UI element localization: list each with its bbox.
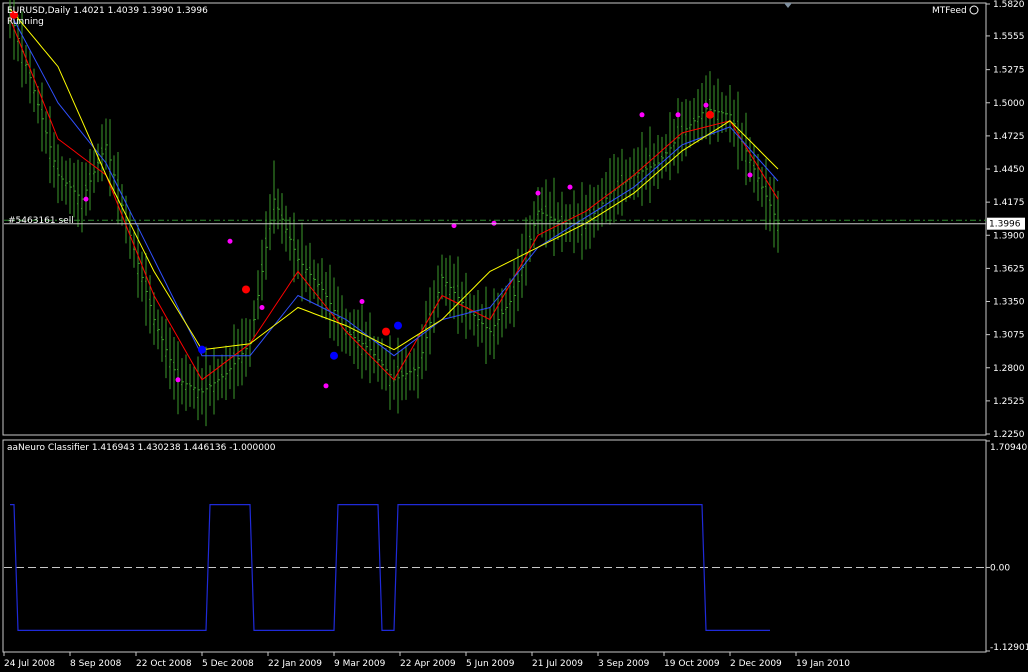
signal-marker bbox=[330, 351, 338, 360]
signal-marker bbox=[175, 377, 181, 383]
time-axis-label: 3 Sep 2009 bbox=[598, 659, 650, 669]
signal-marker bbox=[259, 305, 265, 311]
price-axis-label: 1.3075 bbox=[993, 331, 1025, 341]
price-panel[interactable] bbox=[2, 2, 987, 436]
signal-marker bbox=[242, 285, 250, 294]
current-price-label: 1.3996 bbox=[989, 220, 1021, 230]
signal-marker bbox=[747, 172, 753, 178]
time-axis-label: 5 Jun 2009 bbox=[466, 659, 515, 669]
price-axis-label: 1.4175 bbox=[993, 198, 1025, 208]
signal-marker bbox=[639, 112, 645, 118]
signal-marker bbox=[394, 321, 402, 330]
signal-marker bbox=[83, 196, 89, 202]
signal-marker bbox=[359, 299, 365, 305]
time-axis-label: 22 Jan 2009 bbox=[268, 659, 322, 669]
signal-marker bbox=[227, 238, 233, 244]
indicator-axis-label: -1.12901 bbox=[990, 643, 1028, 653]
time-axis-label: 2 Dec 2009 bbox=[730, 659, 782, 669]
price-axis-label: 1.3625 bbox=[993, 264, 1025, 274]
symbol-header: EURUSD,Daily 1.4021 1.4039 1.3990 1.3996 bbox=[7, 6, 208, 16]
price-axis-label: 1.4725 bbox=[993, 132, 1025, 142]
status-text: Running bbox=[7, 17, 44, 27]
price-axis-label: 1.4450 bbox=[993, 165, 1025, 175]
signal-marker bbox=[323, 383, 329, 389]
time-axis-label: 22 Oct 2008 bbox=[136, 659, 192, 669]
price-axis-label: 1.5275 bbox=[993, 66, 1025, 76]
time-axis-label: 22 Apr 2009 bbox=[400, 659, 456, 669]
signal-marker bbox=[703, 102, 709, 108]
price-axis-label: 1.2800 bbox=[993, 364, 1025, 374]
signal-marker bbox=[567, 184, 573, 190]
indicator-axis-label: 1.709405 bbox=[990, 443, 1028, 453]
trading-chart[interactable]: EURUSD,Daily 1.4021 1.4039 1.3990 1.3996… bbox=[0, 0, 1028, 672]
indicator-axis-label: 0.00 bbox=[990, 563, 1010, 573]
time-axis-label: 8 Sep 2008 bbox=[70, 659, 122, 669]
price-axis-label: 1.2250 bbox=[993, 430, 1025, 440]
price-axis-label: 1.5555 bbox=[993, 32, 1025, 42]
price-axis-label: 1.2525 bbox=[993, 397, 1025, 407]
price-axis-label: 1.3900 bbox=[993, 231, 1025, 241]
time-axis-label: 21 Jul 2009 bbox=[532, 659, 583, 669]
time-axis-label: 24 Jul 2008 bbox=[4, 659, 55, 669]
time-axis-label: 5 Dec 2008 bbox=[202, 659, 254, 669]
indicator-panel[interactable] bbox=[2, 439, 987, 653]
indicator-title: aaNeuro Classifier 1.416943 1.430238 1.4… bbox=[7, 443, 276, 453]
signal-marker bbox=[706, 110, 714, 119]
time-axis-label: 19 Jan 2010 bbox=[796, 659, 850, 669]
signal-marker bbox=[198, 345, 206, 354]
time-axis-label: 9 Mar 2009 bbox=[334, 659, 386, 669]
signal-marker bbox=[675, 112, 681, 118]
price-axis-label: 1.5000 bbox=[993, 99, 1025, 109]
signal-marker bbox=[382, 327, 390, 336]
price-axis-label: 1.5820 bbox=[993, 0, 1025, 10]
signal-marker bbox=[535, 190, 541, 196]
order-label: #5463161 sell bbox=[8, 216, 74, 226]
feed-label: MTFeed bbox=[932, 6, 967, 16]
time-axis-label: 19 Oct 2009 bbox=[664, 659, 720, 669]
price-axis-label: 1.3350 bbox=[993, 298, 1025, 308]
